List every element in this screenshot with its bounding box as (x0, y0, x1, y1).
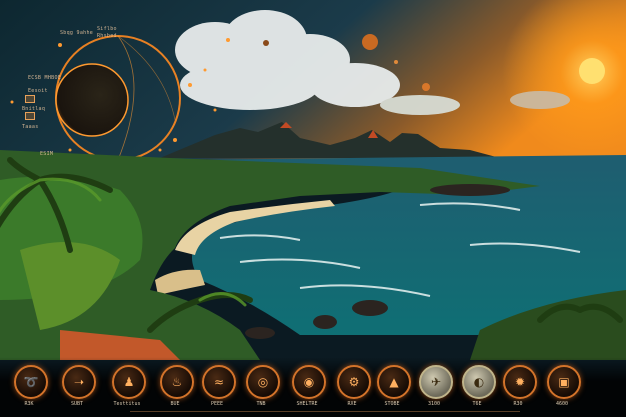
dock-caption: RXE (347, 401, 357, 407)
dock-button-rings[interactable]: ◎ (246, 365, 280, 399)
hud-indicator (25, 112, 35, 120)
scene: Sbqg 9ahhe Siflbo Rhsbed ECSB MHBOE Eeso… (0, 0, 626, 417)
wave-icon: ≈ (213, 375, 225, 389)
dock-caption: 4600 (555, 401, 569, 407)
dock-button-wave[interactable]: ≈ (202, 365, 236, 399)
dock-button-arrow[interactable]: ➝ (62, 365, 96, 399)
swirl-icon: ➰ (23, 375, 39, 389)
dock-caption: R30 (513, 401, 523, 407)
hud-label: Rhsbed (97, 33, 117, 39)
hud-label: ECSB MHBOE (28, 75, 62, 81)
target-icon: ◉ (303, 375, 315, 389)
dock-caption: Testtitus (113, 401, 141, 407)
dock-caption: PEEE (210, 401, 224, 407)
dock-caption: R3K (24, 401, 34, 407)
dock-button-plane[interactable]: ✈ (419, 365, 453, 399)
dock-button-flame[interactable]: ♨ (160, 365, 194, 399)
dock-caption: STOBE (384, 401, 400, 407)
peak-icon: ▲ (389, 375, 399, 389)
gear-icon: ⚙ (348, 375, 360, 389)
dock-caption: 3100 (427, 401, 441, 407)
dock-caption: SHELTRE (296, 401, 318, 407)
rings-icon: ◎ (257, 375, 269, 389)
globe-icon: ◐ (473, 375, 485, 389)
hud-label: Eesoit (28, 88, 48, 94)
hud-indicator (25, 95, 35, 103)
plane-icon: ✈ (430, 375, 442, 389)
hud-label: Siflbo (97, 26, 117, 32)
flame-icon: ♨ (171, 375, 183, 389)
dock-caption: BUE (170, 401, 180, 407)
dock-button-target[interactable]: ◉ (292, 365, 326, 399)
lock-icon: ▣ (558, 375, 570, 389)
landscape-illustration (0, 0, 626, 360)
dock-button-sun[interactable]: ✹ (503, 365, 537, 399)
dock-caption: TNB (256, 401, 266, 407)
dock-divider (130, 411, 520, 412)
dock-button-gear[interactable]: ⚙ (337, 365, 371, 399)
sun-icon: ✹ (514, 375, 526, 389)
hud-label: ESIM (40, 151, 54, 157)
dock-button-globe[interactable]: ◐ (462, 365, 496, 399)
arrow-icon: ➝ (73, 375, 85, 389)
hud-label: Taaas (22, 124, 39, 130)
hud-label: Sbqg 9ahhe (60, 30, 94, 36)
figure-icon: ♟ (123, 375, 135, 389)
dock-button-swirl[interactable]: ➰ (14, 365, 48, 399)
dock-caption: T6E (472, 401, 482, 407)
dock-button-lock[interactable]: ▣ (547, 365, 581, 399)
dock-caption: SUBT (70, 401, 84, 407)
dock-button-figure[interactable]: ♟ (112, 365, 146, 399)
dock-button-peak[interactable]: ▲ (377, 365, 411, 399)
